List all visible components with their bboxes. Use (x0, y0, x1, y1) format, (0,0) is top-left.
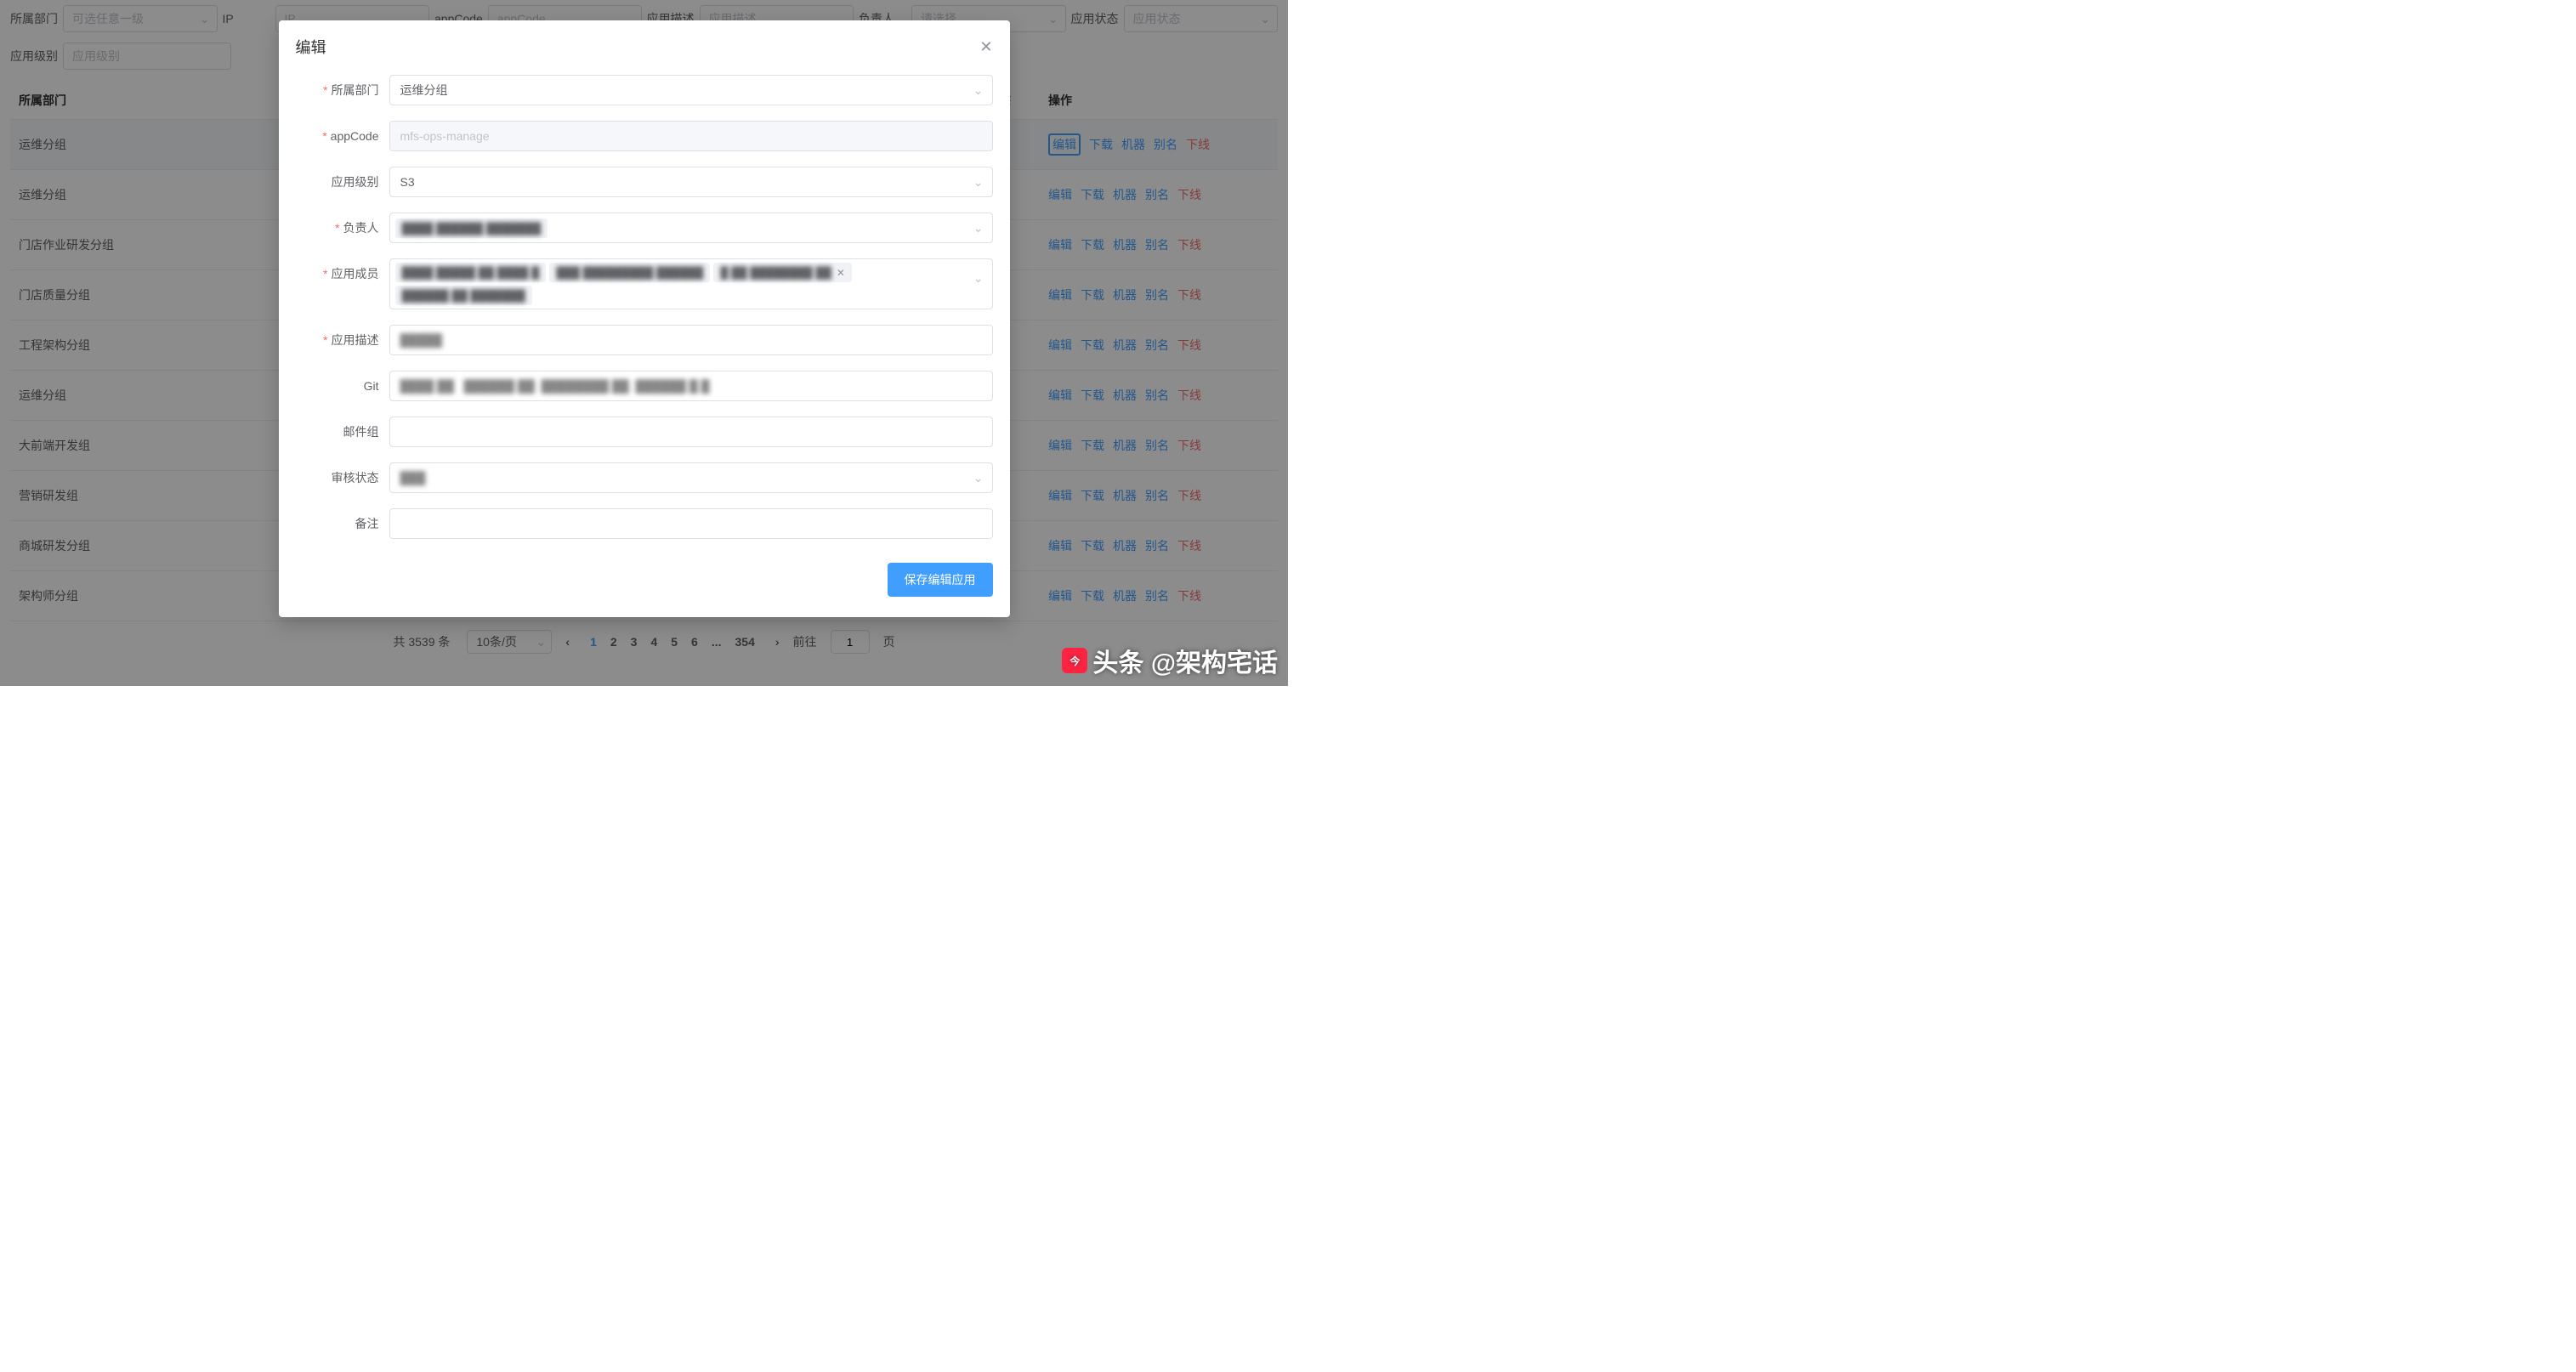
form-label-department: 所属部门 (332, 83, 379, 97)
chevron-down-icon: ⌄ (973, 471, 984, 485)
form-label-appcode: appCode (331, 129, 379, 143)
form-select-applevel[interactable]: S3 ⌄ (389, 167, 993, 197)
tag-remove-icon[interactable]: ✕ (837, 267, 845, 279)
form-input-git[interactable]: ████ ██ ██████ ██ ████████ ██ ██████ █ █ (389, 371, 993, 401)
form-label-remark: 备注 (355, 517, 379, 530)
form-input-appdesc[interactable]: █████ (389, 325, 993, 355)
form-label-applevel: 应用级别 (332, 175, 379, 189)
form-input-appcode: mfs-ops-manage (389, 121, 993, 151)
form-select-members[interactable]: ████ █████ ██ ████ █ ███ █████████ █████… (389, 258, 993, 309)
chevron-down-icon: ⌄ (973, 175, 984, 190)
form-select-department[interactable]: 运维分组 ⌄ (389, 75, 993, 105)
chevron-down-icon: ⌄ (973, 271, 984, 286)
form-label-appdesc: 应用描述 (332, 333, 379, 347)
watermark: 今 头条 @架构宅话 (1062, 642, 1278, 679)
form-input-mailgroup[interactable] (389, 417, 993, 447)
form-label-mailgroup: 邮件组 (343, 425, 379, 439)
form-select-audit[interactable]: ███ ⌄ (389, 462, 993, 493)
edit-modal: 编辑 ✕ *所属部门 运维分组 ⌄ *appCode mfs-ops-manag… (279, 20, 1010, 617)
close-icon[interactable]: ✕ (979, 38, 992, 56)
toutiao-logo-icon: 今 (1062, 648, 1087, 673)
form-label-owner: 负责人 (343, 221, 379, 235)
modal-title: 编辑 (296, 36, 326, 58)
chevron-down-icon: ⌄ (973, 221, 984, 235)
form-label-members: 应用成员 (332, 267, 379, 281)
chevron-down-icon: ⌄ (973, 83, 984, 98)
form-label-git: Git (364, 379, 379, 393)
form-select-owner[interactable]: ████ ██████ ███████ ⌄ (389, 213, 993, 243)
save-button[interactable]: 保存编辑应用 (888, 563, 993, 597)
form-label-audit: 审核状态 (332, 471, 379, 485)
form-input-remark[interactable] (389, 508, 993, 539)
modal-body: *所属部门 运维分组 ⌄ *appCode mfs-ops-manage 应用级… (279, 66, 1010, 539)
